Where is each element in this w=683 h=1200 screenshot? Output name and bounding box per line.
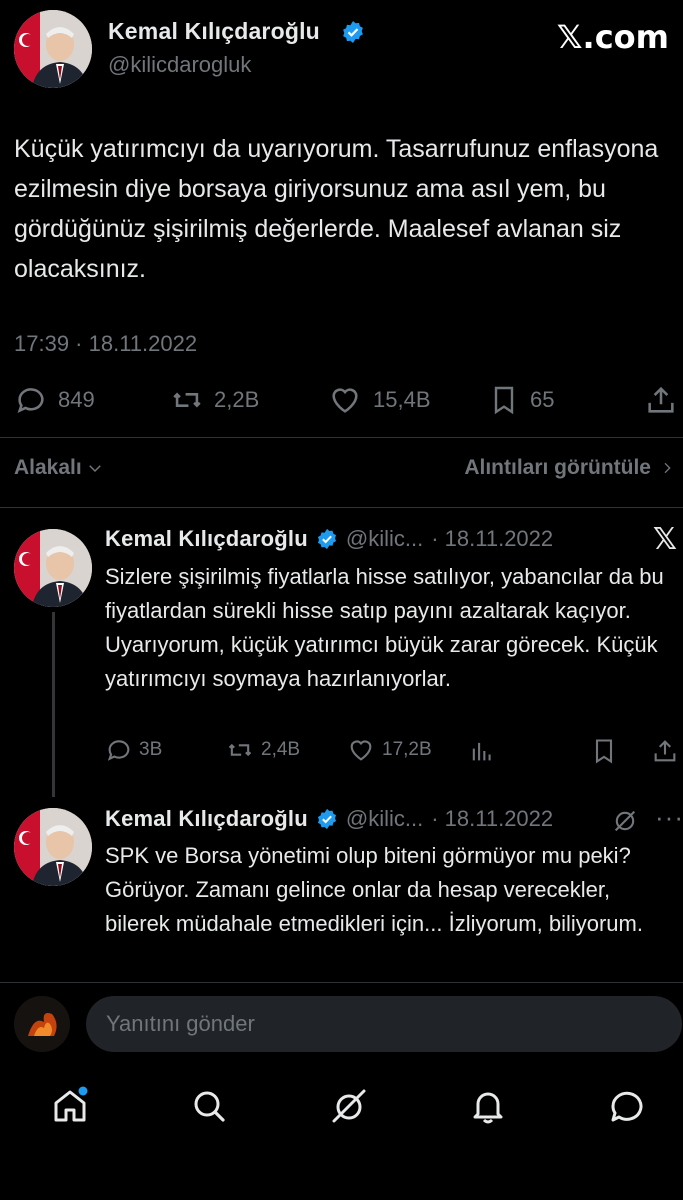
heart-icon [350,740,372,761]
divider [0,507,683,508]
divider [0,437,683,438]
view-quotes-label: Alıntıları görüntüle [464,456,651,479]
verified-badge-icon [317,808,336,830]
reply-count: 3B [139,739,163,760]
thread-line [52,612,55,797]
reply-author-name[interactable]: Kemal Kılıçdaroğlu [105,806,308,832]
reply-text: SPK ve Borsa yönetimi olup biteni görmüy… [105,843,643,936]
bookmark-icon [494,386,514,415]
messages-icon[interactable] [607,1086,647,1126]
reply-header: Kemal Kılıçdaroğlu @kilic... · 18.11.202… [105,526,553,552]
repost-icon [173,392,201,408]
reply-button[interactable]: 3B [105,736,162,764]
like-count: 15,4B [373,387,431,412]
share-icon[interactable] [644,383,678,417]
author-avatar[interactable] [14,10,92,88]
tweet-timestamp[interactable]: 17:39 · 18.11.2022 [14,331,197,357]
author-handle[interactable]: @kilicdarogluk [108,52,251,78]
verified-badge-icon [343,21,363,43]
like-count: 17,2B [382,739,432,760]
grok-icon[interactable] [329,1086,369,1126]
search-icon[interactable] [189,1086,229,1126]
reply-icon [17,388,44,414]
repost-icon [228,743,252,757]
chevron-down-icon [88,465,101,473]
related-label: Alakalı [14,456,82,479]
reply-author-avatar[interactable] [14,529,92,607]
reply-input[interactable]: Yanıtını gönder [86,996,682,1052]
reply-count: 849 [58,387,95,412]
reply-author-avatar[interactable] [14,808,92,886]
reply-text: Sizlere şişirilmiş fiyatlarla hisse satı… [105,564,664,691]
verified-badge-icon [317,528,336,550]
heart-icon [332,388,358,413]
current-user-avatar[interactable] [14,996,70,1052]
reply-input-placeholder: Yanıtını gönder [106,1011,255,1036]
share-icon[interactable] [651,737,679,765]
reply-author-name[interactable]: Kemal Kılıçdaroğlu [105,526,308,552]
related-dropdown[interactable]: Alakalı [14,456,104,480]
bookmark-button[interactable]: 65 [488,383,554,417]
views-icon[interactable] [468,737,496,765]
bookmark-icon[interactable] [590,737,618,765]
reply-date[interactable]: · 18.11.2022 [431,526,553,552]
reply-date[interactable]: · 18.11.2022 [431,806,553,832]
home-icon[interactable] [50,1086,90,1126]
more-options-icon[interactable]: ··· [655,802,683,833]
brand-logo: 𝕏.com [556,18,669,56]
chevron-right-icon [664,462,671,474]
notifications-icon[interactable] [468,1086,508,1126]
repost-count: 2,4B [261,739,301,760]
repost-count: 2,2B [214,387,260,412]
bookmark-count: 65 [530,387,555,412]
tweet-text: Küçük yatırımcıyı da uyarıyorum. Tasarru… [14,135,659,283]
repost-button[interactable]: 2,4B [225,736,300,764]
reply-icon [107,740,130,761]
x-logo-icon: 𝕏 [652,522,677,557]
like-button[interactable]: 15,4B [327,383,431,417]
reply-button[interactable]: 849 [14,383,95,417]
like-button[interactable]: 17,2B [346,736,432,764]
reply-handle[interactable]: @kilic... [346,806,423,832]
view-quotes-link[interactable]: Alıntıları görüntüle [464,456,675,480]
repost-button[interactable]: 2,2B [170,383,259,417]
reply-header: Kemal Kılıçdaroğlu @kilic... · 18.11.202… [105,806,553,832]
reply-handle[interactable]: @kilic... [346,526,423,552]
author-name[interactable]: Kemal Kılıçdaroğlu [108,18,320,45]
divider [0,982,683,983]
grok-icon[interactable] [611,807,639,835]
